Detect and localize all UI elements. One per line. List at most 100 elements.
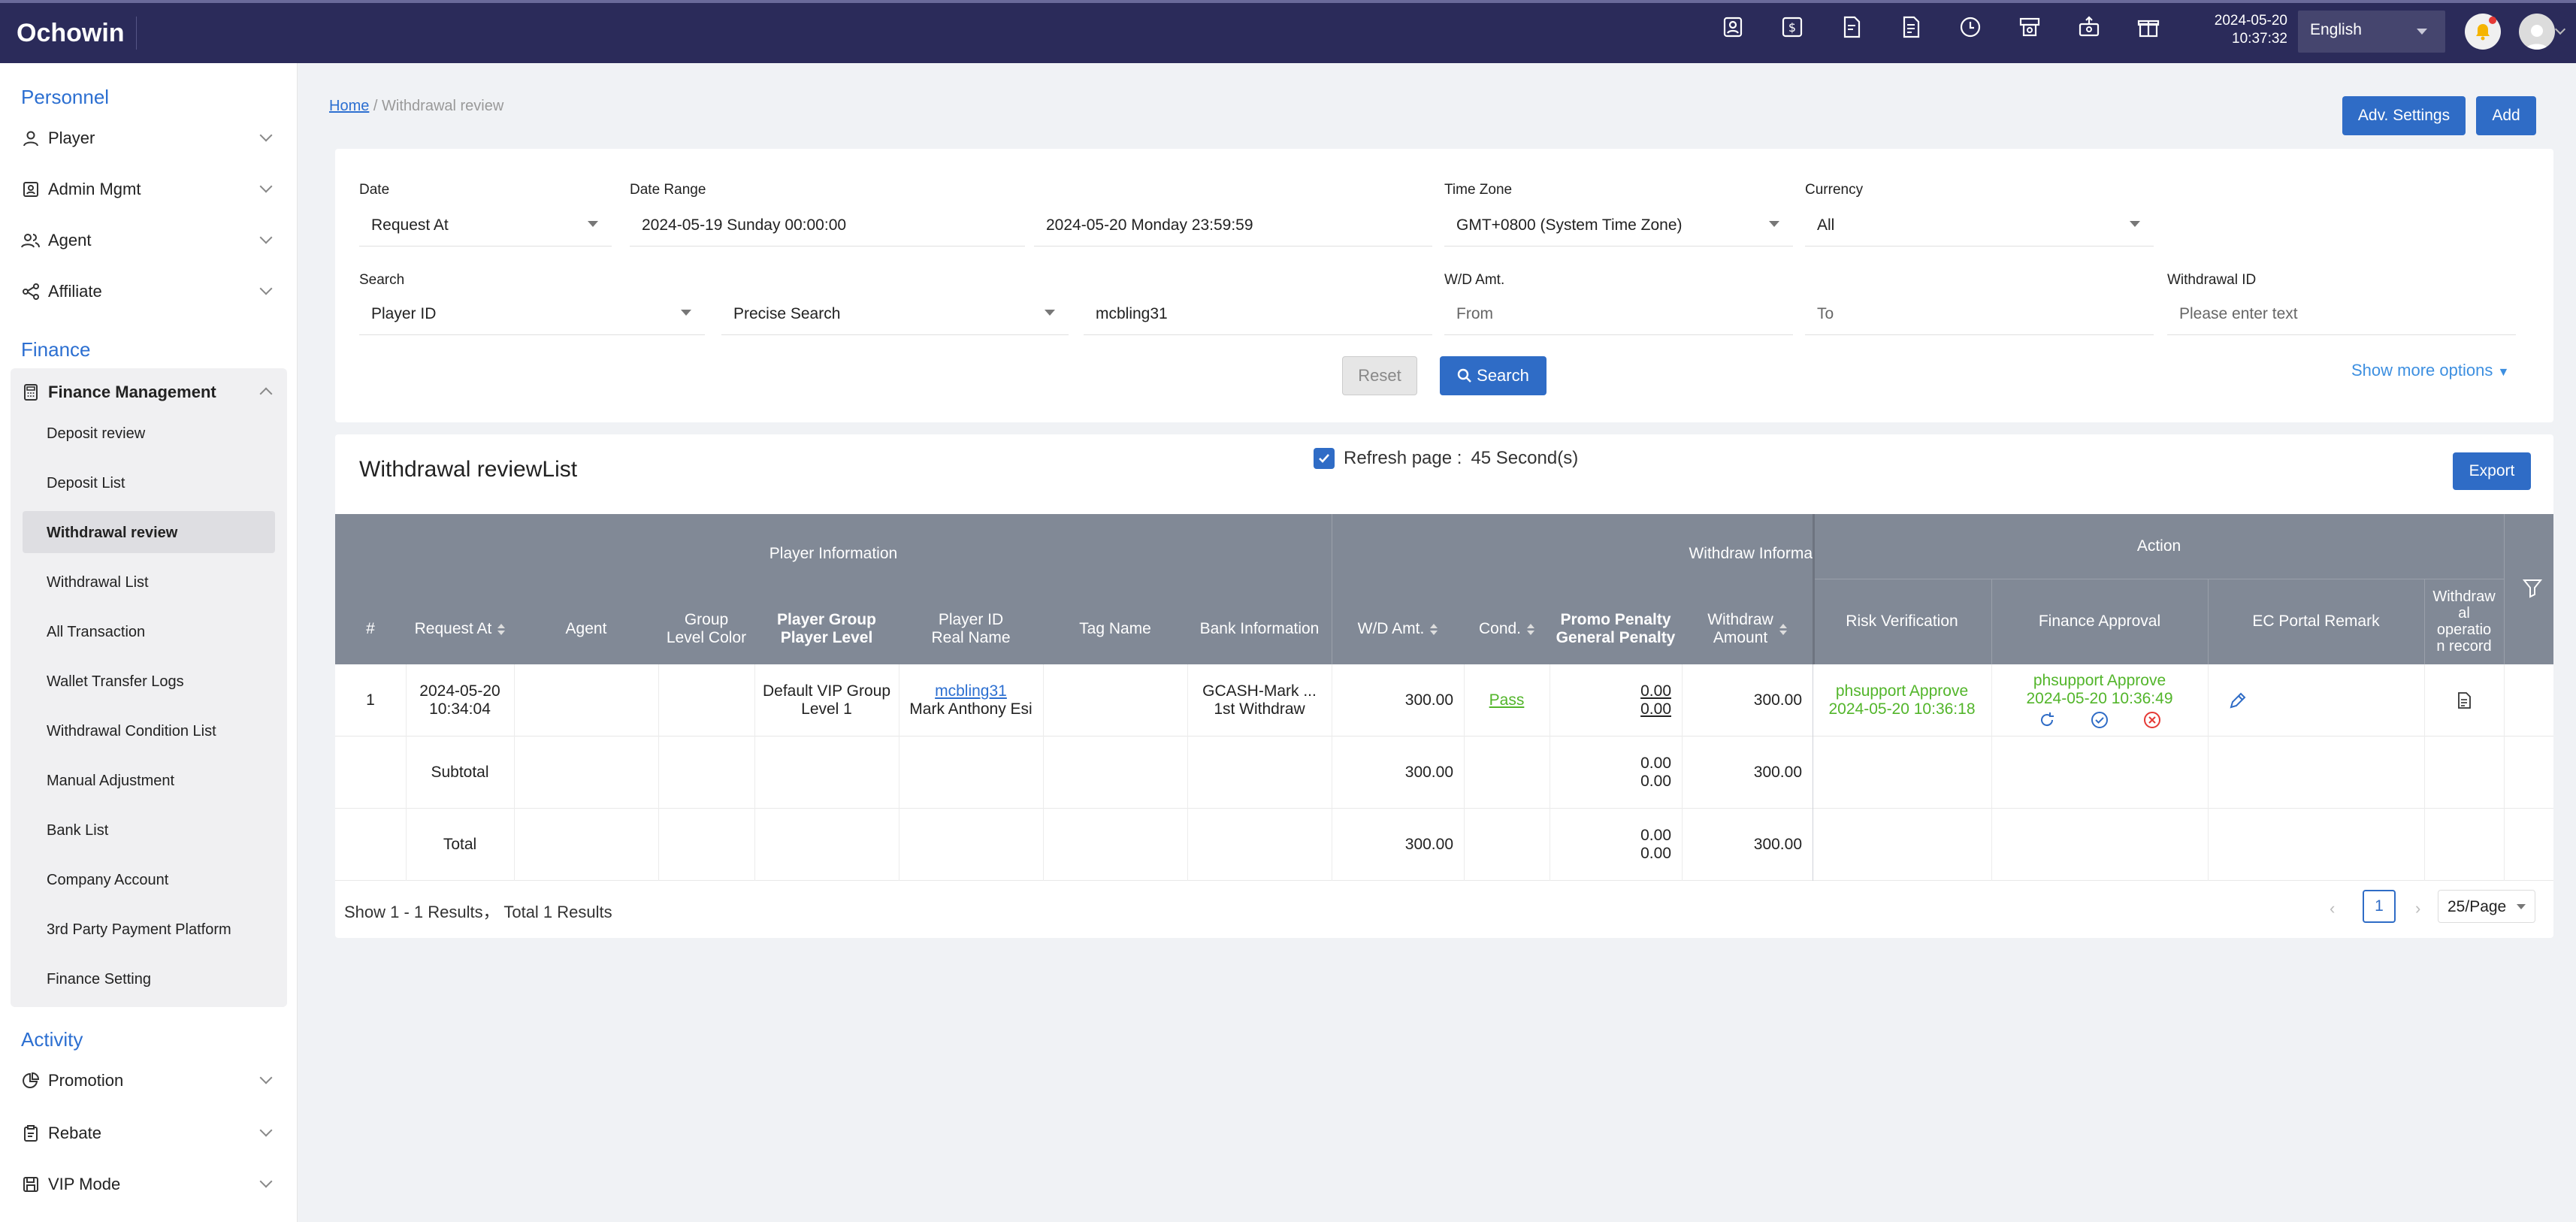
- search-field-select[interactable]: Player ID: [359, 293, 705, 335]
- col-label-line: Player Group: [777, 611, 876, 628]
- sort-icon[interactable]: [1779, 623, 1787, 635]
- pie-chart-icon: [21, 1071, 41, 1090]
- sidebar-item-promotion[interactable]: Promotion: [21, 1066, 277, 1096]
- cell-wd-amount: 300.00: [1404, 691, 1453, 709]
- column-divider: [1043, 664, 1044, 881]
- show-more-options-link[interactable]: Show more options ▼: [2351, 361, 2509, 380]
- refresh-icon[interactable]: [2038, 711, 2056, 729]
- filter-icon[interactable]: [2519, 574, 2546, 601]
- users-icon: [21, 231, 41, 250]
- withdrawal-review-list: Withdrawal reviewList Refresh page : 45 …: [335, 434, 2553, 938]
- group-action: Action: [2136, 537, 2181, 555]
- general-penalty-link[interactable]: 0.00: [1640, 700, 1671, 718]
- add-button[interactable]: Add: [2476, 96, 2536, 135]
- column-divider: [1991, 664, 1992, 881]
- atm-icon[interactable]: [2018, 14, 2042, 41]
- refresh-checkbox[interactable]: [1314, 448, 1335, 469]
- sidebar-item-label: Agent: [48, 231, 92, 250]
- col-agent: Agent: [565, 620, 607, 637]
- close-circle-icon[interactable]: [2143, 711, 2161, 729]
- sidebar-item-manual-adjustment[interactable]: Manual Adjustment: [47, 773, 174, 790]
- sidebar-item-affiliate[interactable]: Affiliate: [21, 277, 277, 307]
- sort-icon[interactable]: [1527, 623, 1535, 635]
- col-withdraw-amount[interactable]: Withdraw Amount: [1682, 594, 1813, 664]
- search-input[interactable]: mcbling31: [1084, 293, 1432, 335]
- page-number-current[interactable]: 1: [2363, 890, 2396, 923]
- col-label-line: Real Name: [931, 629, 1011, 646]
- total-withdraw-amount: 300.00: [1753, 836, 1802, 853]
- group-player-information: Player Information: [769, 545, 898, 562]
- gift-icon[interactable]: [2136, 14, 2160, 41]
- document-icon[interactable]: [2455, 691, 2473, 709]
- wd-amount-from-input[interactable]: From: [1444, 293, 1793, 335]
- sort-icon[interactable]: [497, 623, 506, 635]
- sidebar-item-withdrawal-condition-list[interactable]: Withdrawal Condition List: [47, 723, 216, 740]
- sidebar-item-vip-mode[interactable]: VIP Mode: [21, 1169, 277, 1199]
- promo-penalty-link[interactable]: 0.00: [1640, 682, 1671, 700]
- check-circle-icon[interactable]: [2091, 711, 2109, 729]
- page-size-select[interactable]: 25/Page: [2438, 890, 2535, 923]
- time-zone-label: Time Zone: [1444, 182, 1513, 198]
- breadcrumb-home[interactable]: Home: [329, 98, 369, 114]
- cash-out-icon[interactable]: [2077, 14, 2101, 41]
- time-zone-value: GMT+0800 (System Time Zone): [1456, 216, 1683, 234]
- withdrawal-id-input[interactable]: Please enter text: [2167, 293, 2516, 335]
- sidebar-item-deposit-review[interactable]: Deposit review: [47, 425, 145, 443]
- clock-icon[interactable]: [1958, 14, 1982, 41]
- cell-date: 2024-05-20: [419, 682, 500, 700]
- sidebar-item-finance-management[interactable]: Finance Management: [21, 377, 277, 407]
- language-select[interactable]: English: [2298, 11, 2445, 53]
- document-user-icon[interactable]: [1840, 14, 1864, 41]
- wd-amount-to-input[interactable]: To: [1805, 293, 2154, 335]
- adv-settings-button[interactable]: Adv. Settings: [2342, 96, 2466, 135]
- cell-player-group: Default VIP Group Level 1: [754, 664, 899, 737]
- search-mode-select[interactable]: Precise Search: [721, 293, 1069, 335]
- time-zone-select[interactable]: GMT+0800 (System Time Zone): [1444, 204, 1793, 247]
- sidebar-item-rebate[interactable]: Rebate: [21, 1118, 277, 1148]
- notification-bell-icon[interactable]: [2465, 14, 2501, 50]
- date-type-select[interactable]: Request At: [359, 204, 612, 247]
- table-row[interactable]: 1 2024-05-20 10:34:04 Default VIP Group Le…: [335, 664, 2553, 737]
- breadcrumb-current: Withdrawal review: [382, 98, 504, 114]
- sidebar-item-player[interactable]: Player: [21, 123, 277, 153]
- refresh-toggle[interactable]: Refresh page : 45 Second(s): [1314, 448, 1578, 469]
- search-button[interactable]: Search: [1440, 356, 1547, 395]
- sidebar-item-deposit-list[interactable]: Deposit List: [47, 475, 125, 492]
- document-dollar-icon[interactable]: [1899, 14, 1923, 41]
- date-range-end[interactable]: 2024-05-20 Monday 23:59:59: [1034, 204, 1432, 247]
- dollar-icon[interactable]: $: [1780, 14, 1804, 41]
- sidebar-item-agent[interactable]: Agent: [21, 225, 277, 256]
- sidebar-item-all-transaction[interactable]: All Transaction: [47, 624, 145, 641]
- top-icon-bar: $: [1721, 14, 2160, 41]
- edit-pencil-icon[interactable]: [2228, 691, 2248, 710]
- col-wd-amount[interactable]: W/D Amt.: [1332, 594, 1464, 664]
- column-divider: [1464, 664, 1465, 881]
- player-id-link[interactable]: mcbling31: [935, 682, 1007, 700]
- sidebar-item-bank-list[interactable]: Bank List: [47, 822, 108, 839]
- breadcrumb: Home / Withdrawal review: [329, 98, 503, 115]
- user-avatar[interactable]: [2519, 14, 2555, 50]
- sidebar-item-withdrawal-review[interactable]: Withdrawal review: [47, 525, 177, 542]
- export-button[interactable]: Export: [2453, 452, 2531, 490]
- col-request-at[interactable]: Request At: [406, 594, 514, 664]
- sidebar-item-wallet-transfer-logs[interactable]: Wallet Transfer Logs: [47, 673, 184, 691]
- sidebar-item-company-account[interactable]: Company Account: [47, 872, 168, 889]
- next-page-button[interactable]: ›: [2415, 899, 2420, 918]
- sidebar-item-admin-mgmt[interactable]: Admin Mgmt: [21, 174, 277, 204]
- sidebar-item-withdrawal-list[interactable]: Withdrawal List: [47, 574, 149, 591]
- sort-icon[interactable]: [1430, 623, 1438, 635]
- cell-bank-account: GCASH-Mark ...: [1202, 682, 1317, 700]
- reset-button[interactable]: Reset: [1342, 356, 1417, 395]
- sidebar-item-finance-setting[interactable]: Finance Setting: [47, 971, 151, 988]
- col-condition[interactable]: Cond.: [1464, 594, 1550, 664]
- brand-logo[interactable]: Ochowin: [0, 17, 137, 50]
- currency-select[interactable]: All: [1805, 204, 2154, 247]
- column-divider: [1187, 664, 1188, 881]
- date-range-start[interactable]: 2024-05-19 Sunday 00:00:00: [630, 204, 1025, 247]
- chevron-down-icon: [259, 1071, 273, 1084]
- condition-pass-link[interactable]: Pass: [1489, 691, 1525, 709]
- sidebar-item-3rd-party-payment[interactable]: 3rd Party Payment Platform: [47, 921, 231, 939]
- withdrawal-id-label: Withdrawal ID: [2167, 272, 2257, 288]
- prev-page-button[interactable]: ‹: [2330, 899, 2335, 918]
- person-badge-icon[interactable]: [1721, 14, 1745, 41]
